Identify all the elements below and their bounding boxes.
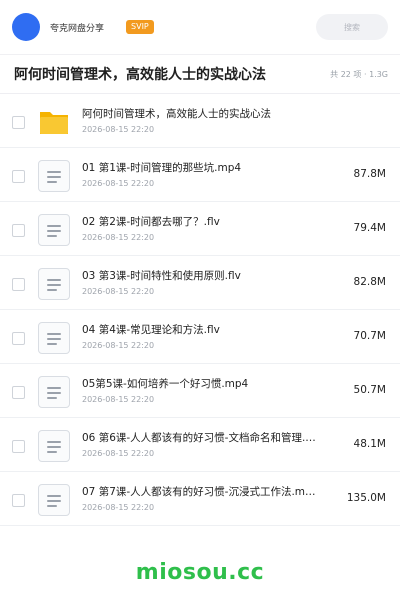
row-checkbox[interactable] bbox=[12, 116, 25, 129]
row-checkbox[interactable] bbox=[12, 224, 25, 237]
list-item[interactable]: 01 第1课-时间管理的那些坑.mp4 2026-08-15 22:20 87.… bbox=[0, 148, 400, 202]
row-checkbox[interactable] bbox=[12, 494, 25, 507]
file-date: 2026-08-15 22:20 bbox=[82, 341, 155, 350]
list-item[interactable]: 05第5课-如何培养一个好习惯.mp4 2026-08-15 22:20 50.… bbox=[0, 364, 400, 418]
search-placeholder: 搜索 bbox=[344, 22, 360, 32]
list-item[interactable]: 阿何时间管理术，高效能人士的实战心法 2026-08-15 22:20 bbox=[0, 94, 400, 148]
list-item[interactable]: 06 第6课-人人都该有的好习惯-文档命名和管理.… 2026-08-15 22… bbox=[0, 418, 400, 472]
file-date: 2026-08-15 22:20 bbox=[82, 233, 155, 242]
file-name: 02 第2课-时间都去哪了？.flv bbox=[82, 216, 220, 228]
list-item[interactable]: 04 第4课-常见理论和方法.flv 2026-08-15 22:20 70.7… bbox=[0, 310, 400, 364]
file-date: 2026-08-15 22:20 bbox=[82, 503, 155, 512]
file-size: 87.8M bbox=[353, 168, 386, 180]
file-size: 48.1M bbox=[353, 438, 386, 450]
row-checkbox[interactable] bbox=[12, 278, 25, 291]
file-icon bbox=[38, 322, 70, 354]
file-size: 79.4M bbox=[353, 222, 386, 234]
folder-icon bbox=[38, 106, 70, 138]
list-item[interactable]: 07 第7课-人人都该有的好习惯-沉浸式工作法.m… 2026-08-15 22… bbox=[0, 472, 400, 526]
file-date: 2026-08-15 22:20 bbox=[82, 179, 155, 188]
file-name: 06 第6课-人人都该有的好习惯-文档命名和管理.… bbox=[82, 432, 316, 444]
file-icon bbox=[38, 214, 70, 246]
file-icon bbox=[38, 484, 70, 516]
list-item[interactable]: 03 第3课-时间特性和使用原则.flv 2026-08-15 22:20 82… bbox=[0, 256, 400, 310]
file-name: 04 第4课-常见理论和方法.flv bbox=[82, 324, 220, 336]
row-checkbox[interactable] bbox=[12, 386, 25, 399]
file-name: 阿何时间管理术，高效能人士的实战心法 bbox=[82, 108, 271, 120]
file-size: 135.0M bbox=[346, 492, 386, 504]
brand-label: 夸克网盘分享 bbox=[50, 23, 105, 34]
file-name: 03 第3课-时间特性和使用原则.flv bbox=[82, 270, 241, 282]
header: 夸克网盘分享 SVIP 搜索 bbox=[0, 0, 400, 54]
file-date: 2026-08-15 22:20 bbox=[82, 449, 155, 458]
watermark: miosou.cc bbox=[135, 560, 265, 585]
list-item[interactable]: 02 第2课-时间都去哪了？.flv 2026-08-15 22:20 79.4… bbox=[0, 202, 400, 256]
share-page: 夸克网盘分享 SVIP 搜索 阿何时间管理术，高效能人士的实战心法 共 22 项… bbox=[0, 0, 400, 600]
share-title-row: 阿何时间管理术，高效能人士的实战心法 共 22 项 · 1.3G bbox=[0, 55, 400, 93]
file-size: 82.8M bbox=[353, 276, 386, 288]
share-summary: 共 22 项 · 1.3G bbox=[330, 69, 388, 79]
file-date: 2026-08-15 22:20 bbox=[82, 125, 155, 134]
svip-badge: SVIP bbox=[126, 20, 154, 34]
file-date: 2026-08-15 22:20 bbox=[82, 287, 155, 296]
file-list: 阿何时间管理术，高效能人士的实战心法 2026-08-15 22:20 01 第… bbox=[0, 94, 400, 526]
file-date: 2026-08-15 22:20 bbox=[82, 395, 155, 404]
file-icon bbox=[38, 268, 70, 300]
row-checkbox[interactable] bbox=[12, 170, 25, 183]
file-icon bbox=[38, 376, 70, 408]
file-name: 05第5课-如何培养一个好习惯.mp4 bbox=[82, 378, 249, 390]
file-icon bbox=[38, 160, 70, 192]
file-size: 70.7M bbox=[353, 330, 386, 342]
search-button[interactable]: 搜索 bbox=[316, 14, 388, 40]
page-title: 阿何时间管理术，高效能人士的实战心法 bbox=[14, 67, 266, 83]
file-size: 50.7M bbox=[353, 384, 386, 396]
file-name: 07 第7课-人人都该有的好习惯-沉浸式工作法.m… bbox=[82, 486, 316, 498]
avatar[interactable] bbox=[12, 13, 40, 41]
file-name: 01 第1课-时间管理的那些坑.mp4 bbox=[82, 162, 242, 174]
file-icon bbox=[38, 430, 70, 462]
row-checkbox[interactable] bbox=[12, 332, 25, 345]
row-checkbox[interactable] bbox=[12, 440, 25, 453]
